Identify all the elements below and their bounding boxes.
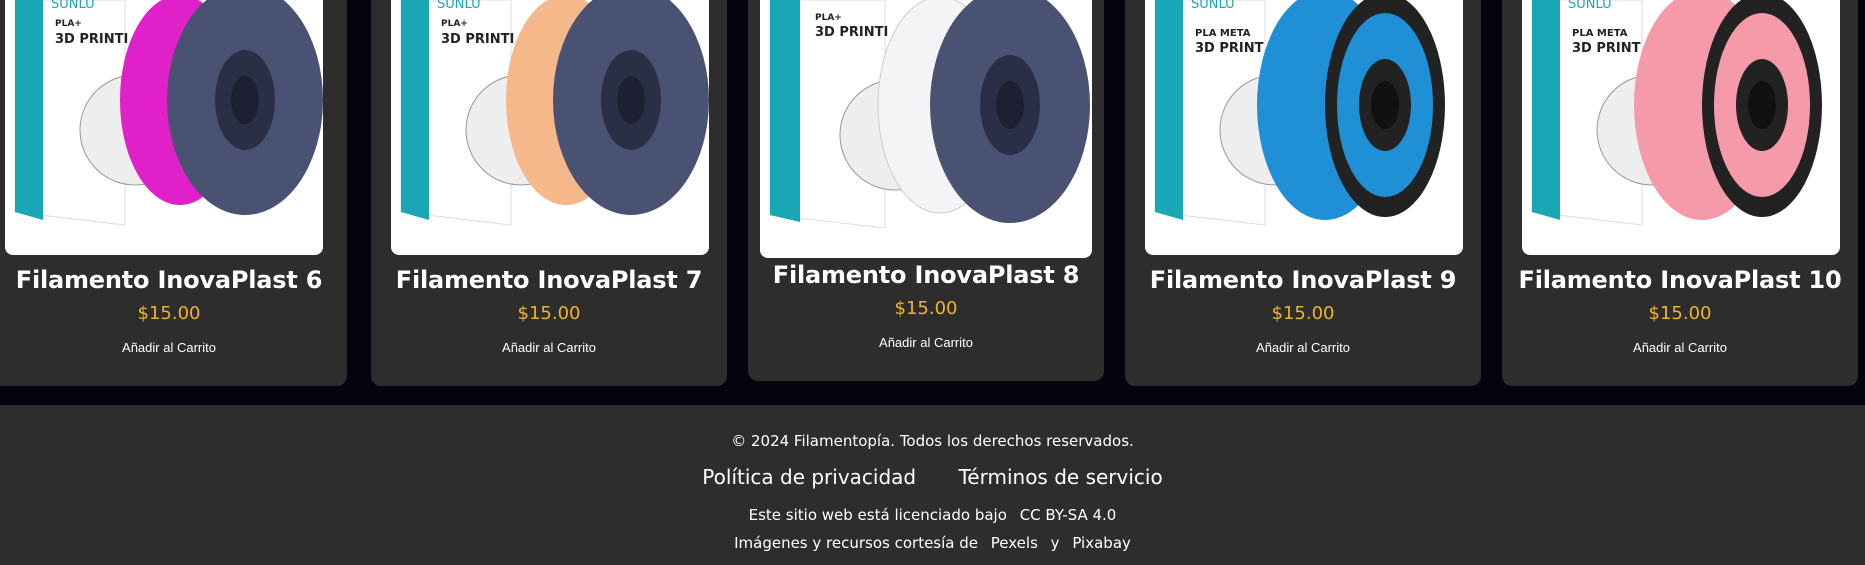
- svg-text:3D PRINTI: 3D PRINTI: [815, 25, 888, 40]
- brand-text: SUNLU: [1568, 0, 1612, 12]
- filament-spool-image: SUNLU PLA META 3D PRINT: [1531, 0, 1822, 226]
- svg-text:PLA+: PLA+: [815, 13, 842, 23]
- product-card: SUNLU PLA+ 3D PRINTI Filamento InovaPlas…: [0, 0, 347, 386]
- credits-line: Imágenes y recursos cortesía de Pexels y…: [0, 534, 1865, 552]
- product-card: SUNLU PLA+ 3D PRINTI Filamento InovaPlas…: [371, 0, 727, 386]
- product-title[interactable]: Filamento InovaPlast 10: [1502, 266, 1858, 294]
- site-footer: © 2024 Filamentopía. Todos los derechos …: [0, 405, 1865, 565]
- pixabay-link[interactable]: Pixabay: [1072, 534, 1131, 552]
- brand-text: SUNLU: [1191, 0, 1235, 12]
- product-image[interactable]: SUNLU PLA META 3D PRINT: [1522, 0, 1840, 255]
- svg-text:PLA META: PLA META: [1572, 28, 1628, 39]
- add-to-cart-button[interactable]: Añadir al Carrito: [1256, 340, 1350, 355]
- license-line: Este sitio web está licenciado bajo CC B…: [0, 506, 1865, 524]
- brand-text: SUNLU: [437, 0, 481, 12]
- terms-of-service-link[interactable]: Términos de servicio: [958, 465, 1162, 489]
- svg-text:PLA+: PLA+: [55, 19, 82, 29]
- product-card: SUNLU PLA META 3D PRINT Filamento InovaP…: [1502, 0, 1858, 386]
- product-card: SUNLU PLA META 3D PRINT Filamento InovaP…: [1125, 0, 1481, 386]
- add-to-cart-button[interactable]: Añadir al Carrito: [1633, 340, 1727, 355]
- product-price: $15.00: [1271, 303, 1335, 324]
- product-title[interactable]: Filamento InovaPlast 9: [1125, 266, 1481, 294]
- footer-links: Política de privacidad Términos de servi…: [0, 465, 1865, 489]
- svg-text:PLA META: PLA META: [1195, 28, 1251, 39]
- privacy-policy-link[interactable]: Política de privacidad: [702, 465, 916, 489]
- brand-text: SUNLU: [51, 0, 95, 12]
- svg-text:3D PRINT: 3D PRINT: [1195, 41, 1264, 56]
- product-price: $15.00: [517, 303, 581, 324]
- product-title[interactable]: Filamento InovaPlast 7: [371, 266, 727, 294]
- add-to-cart-button[interactable]: Añadir al Carrito: [122, 340, 216, 355]
- product-title[interactable]: Filamento InovaPlast 8: [748, 261, 1104, 289]
- svg-text:3D PRINTI: 3D PRINTI: [55, 32, 128, 47]
- add-to-cart-button[interactable]: Añadir al Carrito: [502, 340, 596, 355]
- filament-spool-image: SUNLU PLA+ 3D PRINTI: [400, 0, 709, 226]
- filament-spool-image: SUNLU PLA META 3D PRINT: [1154, 0, 1445, 226]
- copyright-text: © 2024 Filamentopía. Todos los derechos …: [731, 432, 1134, 450]
- product-title[interactable]: Filamento InovaPlast 6: [0, 266, 347, 294]
- product-price: $15.00: [1648, 303, 1712, 324]
- add-to-cart-button[interactable]: Añadir al Carrito: [879, 335, 973, 350]
- product-image[interactable]: SUNLU PLA META 3D PRINT: [1145, 0, 1463, 255]
- svg-text:3D PRINTI: 3D PRINTI: [441, 32, 514, 47]
- product-image[interactable]: SUNLU PLA+ 3D PRINTI: [391, 0, 709, 255]
- product-grid: SUNLU PLA+ 3D PRINTI Filamento InovaPlas…: [0, 0, 1865, 405]
- pexels-link[interactable]: Pexels: [991, 534, 1038, 552]
- svg-text:3D PRINT: 3D PRINT: [1572, 41, 1641, 56]
- svg-text:PLA+: PLA+: [441, 19, 468, 29]
- product-price: $15.00: [137, 303, 201, 324]
- product-image[interactable]: SUNLU PLA+ 3D PRINTI: [5, 0, 323, 255]
- filament-spool-image: SUNLU PLA+ 3D PRINTI: [14, 0, 323, 226]
- product-price: $15.00: [894, 298, 958, 319]
- filament-spool-image: PLA+ 3D PRINTI: [769, 0, 1090, 229]
- credits-text: Imágenes y recursos cortesía de: [734, 534, 978, 552]
- license-text: Este sitio web está licenciado bajo: [748, 506, 1007, 524]
- and-text: y: [1050, 534, 1060, 552]
- product-card: PLA+ 3D PRINTI Filamento InovaPlast 8 $1…: [748, 0, 1104, 381]
- license-link[interactable]: CC BY-SA 4.0: [1020, 506, 1117, 524]
- product-image[interactable]: PLA+ 3D PRINTI: [760, 0, 1092, 258]
